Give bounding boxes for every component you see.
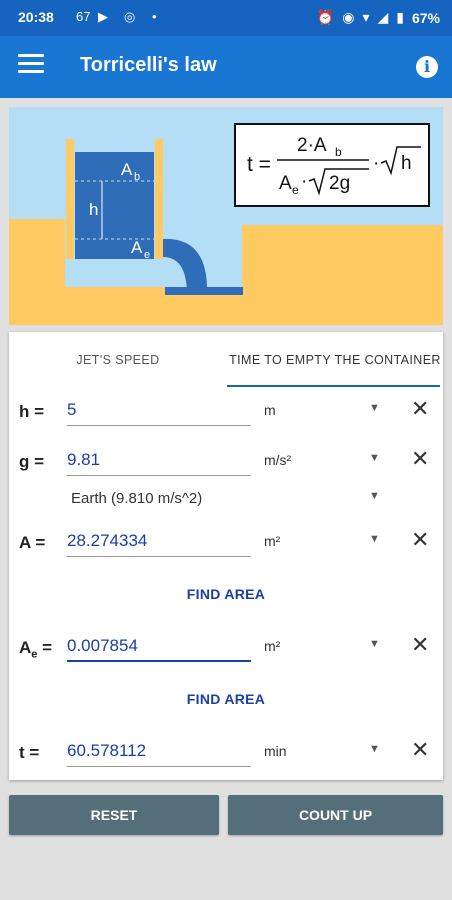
- reset-button[interactable]: RESET: [9, 795, 219, 835]
- chevron-down-icon[interactable]: ▼: [369, 402, 380, 414]
- formula-dot: ·: [373, 153, 379, 174]
- status-bar: 20:38 67 ▶ ◎ • ⏰ ◉ ▾ ◢ ▮ 67%: [0, 0, 452, 36]
- row-g: g = 9.81 m/s² ▼ ✕: [9, 444, 443, 484]
- notification-count: 67: [76, 9, 91, 24]
- clear-icon[interactable]: ✕: [411, 632, 429, 658]
- row-g-preset: Earth (9.810 m/s^2) ▼: [9, 482, 443, 522]
- gravity-preset-select[interactable]: Earth (9.810 m/s^2): [71, 490, 202, 507]
- status-time: 20:38: [18, 9, 54, 25]
- menu-icon[interactable]: [18, 54, 44, 76]
- dot-icon: •: [152, 9, 157, 24]
- clear-icon[interactable]: ✕: [411, 396, 429, 422]
- wifi-icon: ▾: [362, 9, 370, 25]
- alarm-icon: ⏰: [316, 9, 335, 25]
- page-title: Torricelli's law: [80, 54, 217, 76]
- formula-root: h: [401, 153, 412, 174]
- ae-unit-select[interactable]: m²: [264, 638, 280, 654]
- ae-input[interactable]: 0.007854: [67, 634, 251, 662]
- h-label: h =: [19, 402, 45, 421]
- row-t: t = 60.578112 min ▼ ✕: [9, 735, 443, 775]
- label-ae-sub: e: [144, 249, 150, 261]
- row-a: A = 28.274334 m² ▼ ✕: [9, 525, 443, 565]
- container-wall-right: [155, 139, 163, 259]
- formula-den-a: A: [279, 173, 292, 194]
- row-ae: Ae = 0.007854 m² ▼ ✕: [9, 630, 443, 670]
- formula-numerator-sub: b: [335, 145, 342, 159]
- formula-den-dot: ·: [301, 171, 307, 192]
- info-icon[interactable]: i: [416, 56, 438, 78]
- chevron-down-icon[interactable]: ▼: [369, 638, 380, 650]
- chevron-down-icon[interactable]: ▼: [369, 533, 380, 545]
- t-input[interactable]: 60.578112: [67, 739, 251, 767]
- water-pool: [165, 287, 243, 295]
- a-input[interactable]: 28.274334: [67, 529, 251, 557]
- tab-time-to-empty[interactable]: TIME TO EMPTY THE CONTAINER: [227, 332, 443, 388]
- label-ae: A: [131, 238, 143, 257]
- play-store-icon: ▶: [98, 9, 108, 24]
- find-area-button[interactable]: FIND AREA: [9, 586, 443, 602]
- label-h: h: [89, 200, 98, 219]
- calculator-card: JET'S SPEED TIME TO EMPTY THE CONTAINER …: [9, 332, 443, 780]
- tab-indicator: [227, 385, 440, 387]
- a-unit-select[interactable]: m²: [264, 533, 280, 549]
- chevron-down-icon[interactable]: ▼: [369, 490, 380, 502]
- find-area-button[interactable]: FIND AREA: [9, 691, 443, 707]
- h-unit-select[interactable]: m: [264, 402, 276, 418]
- clear-icon[interactable]: ✕: [411, 446, 429, 472]
- g-unit-select[interactable]: m/s²: [264, 452, 291, 468]
- ae-label: Ae =: [19, 638, 53, 661]
- tab-jets-speed[interactable]: JET'S SPEED: [9, 332, 227, 388]
- label-ab-sub: b: [134, 171, 140, 183]
- formula-den-sub: e: [292, 183, 299, 197]
- torricelli-illustration: A b h A e t = 2·A b A e · 2g · h: [9, 107, 443, 325]
- formula-t: t =: [247, 153, 271, 176]
- clear-icon[interactable]: ✕: [411, 527, 429, 553]
- count-up-button[interactable]: COUNT UP: [228, 795, 443, 835]
- row-h: h = 5 m ▼ ✕: [9, 394, 443, 434]
- signal-icon: ◢: [377, 9, 389, 25]
- formula-den-root: 2g: [329, 173, 350, 194]
- battery-percent: 67%: [411, 9, 440, 26]
- a-label: A =: [19, 533, 46, 552]
- formula-numerator: 2·A: [297, 135, 327, 156]
- battery-icon: ▮: [396, 9, 404, 25]
- t-label: t =: [19, 743, 40, 762]
- eye-icon: ◉: [342, 9, 355, 25]
- g-label: g =: [19, 452, 45, 471]
- clear-icon[interactable]: ✕: [411, 737, 429, 763]
- h-input[interactable]: 5: [67, 398, 251, 426]
- t-unit-select[interactable]: min: [264, 743, 287, 759]
- g-input[interactable]: 9.81: [67, 448, 251, 476]
- chevron-down-icon[interactable]: ▼: [369, 743, 380, 755]
- app-bar: Torricelli's law i: [0, 36, 452, 98]
- chevron-down-icon[interactable]: ▼: [369, 452, 380, 464]
- sync-icon: ◎: [124, 9, 136, 24]
- container-wall-left: [66, 139, 74, 259]
- label-ab: A: [121, 160, 133, 179]
